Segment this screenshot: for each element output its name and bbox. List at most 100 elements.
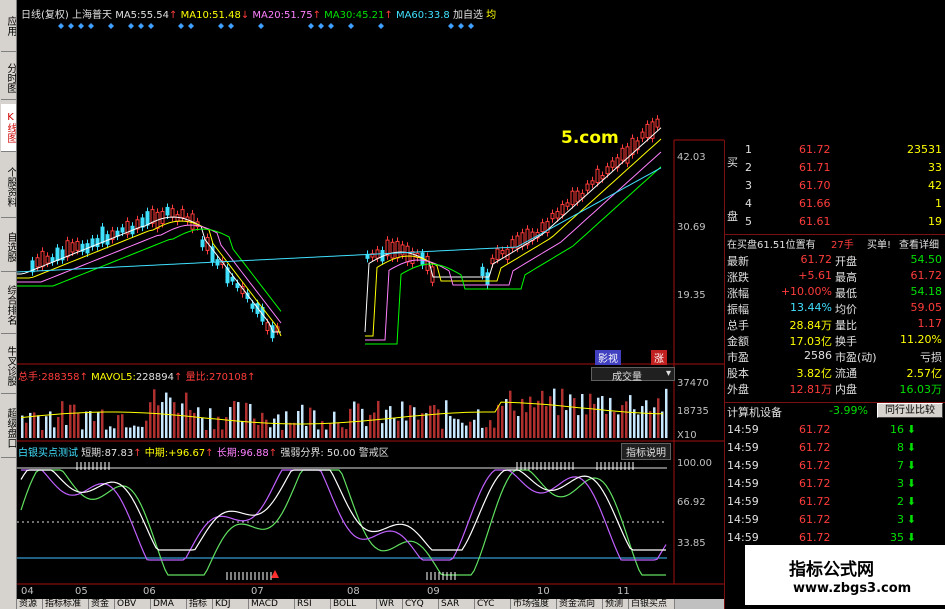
volume-bar	[37, 415, 40, 438]
order-book-row[interactable]: 盘 4 61.66 1	[725, 196, 945, 223]
volume-bar	[85, 411, 88, 438]
bottom-tab-17[interactable]: 白银买点	[629, 599, 675, 609]
volume-bar	[333, 411, 336, 438]
candle-body	[175, 214, 180, 222]
quote-value: 2.57亿	[906, 367, 943, 380]
left-tab-3[interactable]: 个股资料	[1, 156, 16, 218]
volume-bar	[97, 412, 100, 438]
quote-value: 61.72	[910, 269, 943, 282]
bottom-tab-3[interactable]: OBV	[115, 599, 151, 609]
tick-time: 14:59	[727, 423, 759, 436]
month-label: 09	[427, 586, 440, 597]
bottom-tab-4[interactable]: DMA	[151, 599, 187, 609]
kline-chart-svg[interactable]	[17, 0, 724, 600]
volume-bar	[513, 410, 516, 438]
volume-bar	[373, 412, 376, 438]
period-label[interactable]: 日线(复权)	[21, 10, 69, 21]
bottom-tab-16[interactable]: 预测	[603, 599, 629, 609]
volume-bar	[549, 396, 552, 438]
volume-total-label: 总手:	[18, 372, 42, 383]
volume-bar	[285, 411, 288, 438]
bottom-tab-0[interactable]: 资源	[17, 599, 43, 609]
volume-bar	[413, 407, 416, 438]
bottom-tab-8[interactable]: RSI	[295, 599, 331, 609]
volume-bar	[421, 413, 424, 438]
tick-volume: 3	[897, 477, 904, 490]
add-favorite-button[interactable]: 加自选	[453, 10, 483, 21]
bottom-tab-13[interactable]: CYC	[475, 599, 511, 609]
order-book-row[interactable]: 5 61.61 19	[725, 214, 945, 230]
candle-body	[605, 166, 610, 175]
bottom-tab-15[interactable]: 资金流向	[557, 599, 603, 609]
ma10-down-arrow: ↓	[240, 10, 250, 21]
signal-diamond	[318, 23, 324, 29]
indicator-help-button[interactable]: 指标说明	[621, 443, 671, 460]
ratio-label: 量比:	[185, 372, 209, 383]
left-tab-7[interactable]: 超级盘口	[1, 398, 16, 458]
bid-position-text: 在买盘61.51位置有	[727, 240, 816, 251]
indicator-header: 白银买点测试 短期:87.83↑ 中期:+96.67↑ 长期:96.88↑ 强弱…	[18, 444, 389, 459]
volume-bar	[613, 411, 616, 438]
signal-diamond	[148, 23, 154, 29]
indicator-name[interactable]: 白银买点测试	[18, 448, 78, 459]
mavol-label: MAVOL5:	[91, 372, 136, 383]
bottom-tab-12[interactable]: SAR	[439, 599, 475, 609]
volume-bar	[121, 414, 124, 438]
volume-bar	[133, 425, 136, 438]
quote-label: 最高	[835, 271, 857, 284]
volume-bar	[161, 402, 164, 438]
left-tab-6[interactable]: 牛叉诊股	[1, 338, 16, 394]
bottom-tab-5[interactable]: 指标	[187, 599, 213, 609]
view-details-link[interactable]: 查看详细	[899, 236, 939, 251]
volume-bar	[569, 394, 572, 438]
signal-diamond	[78, 23, 84, 29]
volume-bar	[477, 409, 480, 438]
buy-signal-arrow	[271, 570, 279, 578]
tag-film[interactable]: 影视	[595, 350, 621, 365]
volume-bar	[113, 428, 116, 438]
volume-bar	[405, 420, 408, 438]
volume-bar	[221, 429, 224, 438]
left-tab-1[interactable]: 分时图	[1, 56, 16, 100]
tag-rise[interactable]: 涨	[651, 350, 667, 365]
volume-bar	[305, 425, 308, 438]
left-tab-4[interactable]: 自选股	[1, 222, 16, 272]
header-extra: 均	[486, 10, 497, 21]
bottom-tab-7[interactable]: MACD	[249, 599, 295, 609]
price-tick-2: 30.69	[677, 222, 706, 233]
bottom-tab-1[interactable]: 指标标准	[43, 599, 89, 609]
volume-bar	[141, 426, 144, 438]
volume-bar	[53, 427, 56, 438]
quote-label: 总手	[727, 319, 749, 332]
quote-value: 12.81万	[789, 383, 833, 396]
tick-volume: 3	[897, 513, 904, 526]
volume-bar	[41, 429, 44, 438]
order-book-row[interactable]: 2 61.71 33	[725, 160, 945, 176]
bottom-tab-2[interactable]: 资金	[89, 599, 115, 609]
tick-volume: 8	[897, 441, 904, 454]
quote-row: 金额 17.03亿 换手 11.20%	[725, 332, 945, 348]
order-book-row[interactable]: 买 1 61.72 23531	[725, 142, 945, 169]
candle-body	[200, 239, 205, 248]
bottom-tab-6[interactable]: KDJ	[213, 599, 249, 609]
quote-value: 3.82亿	[796, 367, 833, 380]
volume-indicator-dropdown[interactable]: 成交量 ▾	[591, 367, 675, 383]
volume-bar	[369, 414, 372, 438]
volume-bar	[265, 419, 268, 438]
ma30-value: 45.21	[355, 10, 385, 21]
kline-chart-area[interactable]: 日线(复权) 上海普天 MA5:55.54↑ MA10:51.48↓ MA20:…	[17, 0, 724, 600]
quote-value: 17.03亿	[789, 335, 833, 348]
industry-compare-button[interactable]: 同行业比较	[877, 403, 943, 418]
bottom-tab-14[interactable]: 市场强度	[511, 599, 557, 609]
tick-time: 14:59	[727, 477, 759, 490]
left-tab-5[interactable]: 综合排名	[1, 276, 16, 334]
order-book-row[interactable]: 3 61.70 42	[725, 178, 945, 194]
bottom-tab-9[interactable]: BOLL	[331, 599, 377, 609]
bottom-tab-10[interactable]: WR	[377, 599, 403, 609]
candle-body	[120, 227, 125, 233]
sector-name[interactable]: 计算机设备	[727, 404, 782, 420]
left-tab-2[interactable]: K线图	[1, 104, 16, 152]
volume-bar	[357, 403, 360, 438]
bottom-tab-11[interactable]: CYQ	[403, 599, 439, 609]
left-tab-0[interactable]: 应用	[1, 0, 16, 52]
